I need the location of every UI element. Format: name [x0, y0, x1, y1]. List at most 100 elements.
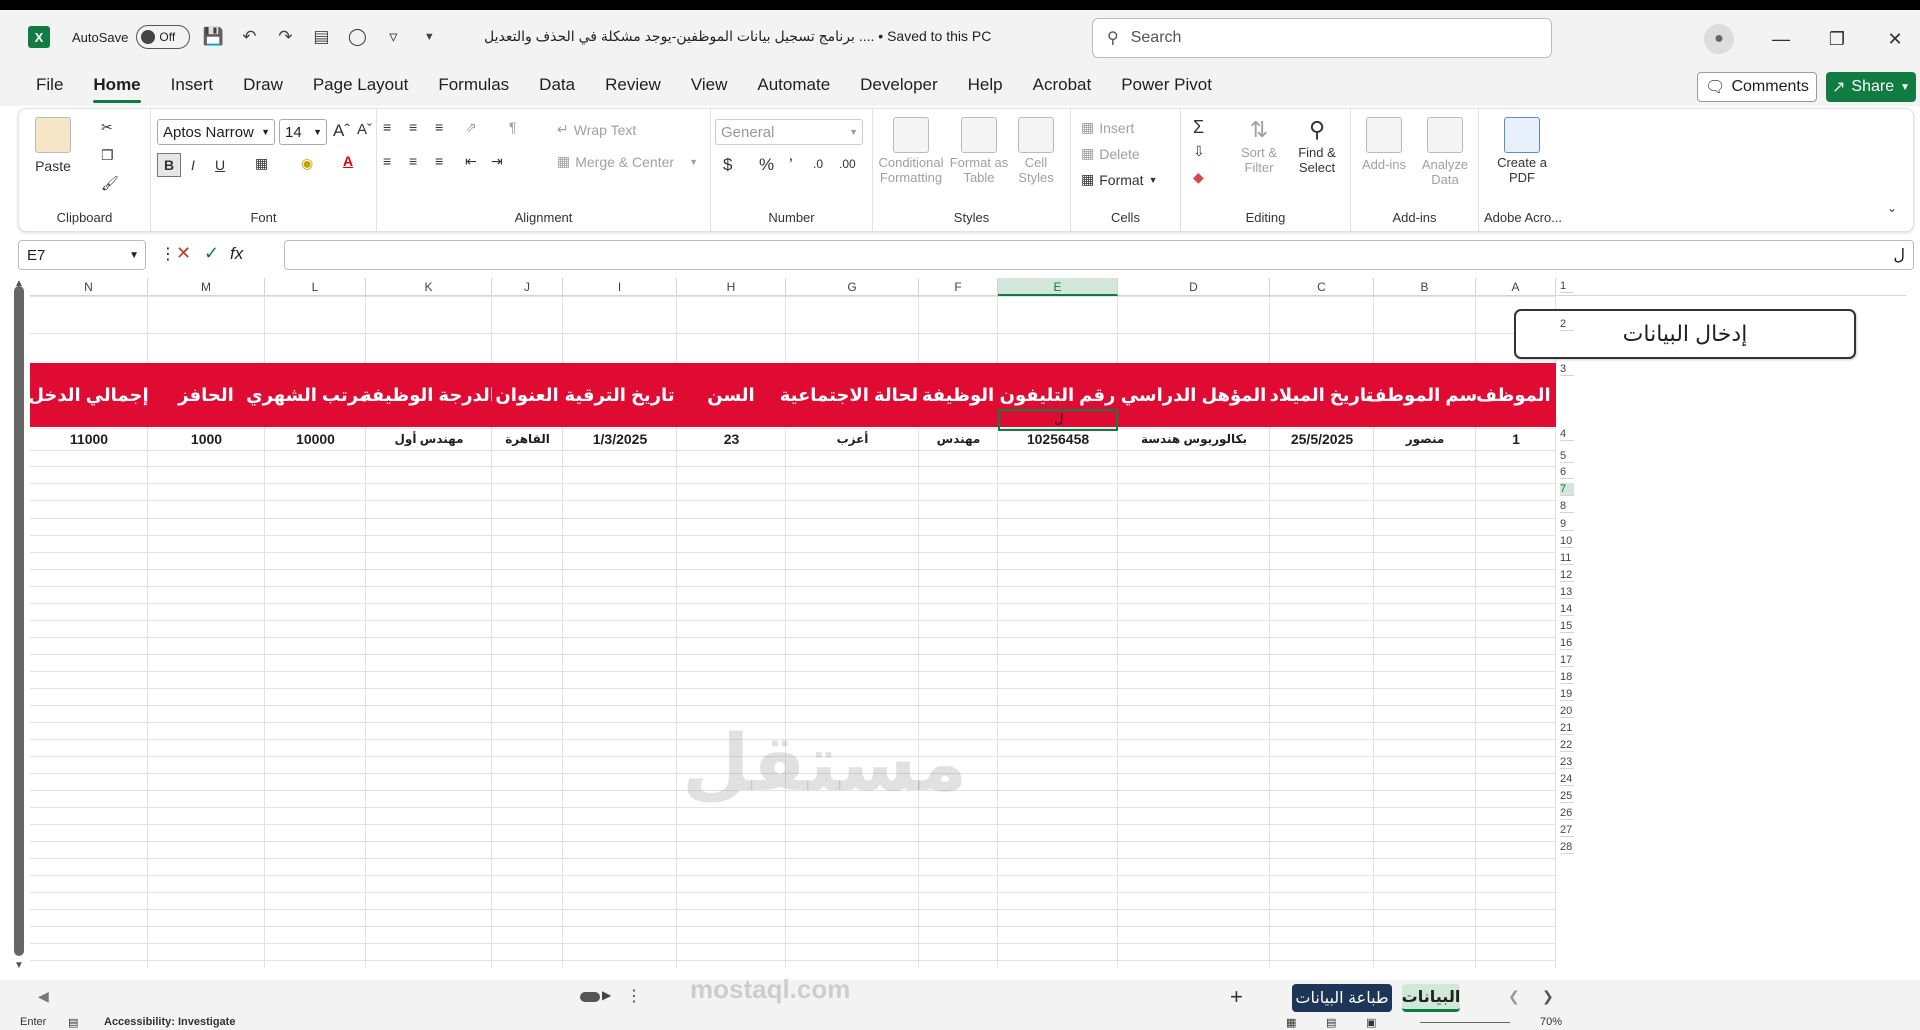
row-header[interactable]: 15	[1560, 620, 1574, 633]
tab-insert[interactable]: Insert	[171, 75, 214, 95]
row-header[interactable]: 13	[1560, 586, 1574, 599]
row-header[interactable]: 7	[1560, 483, 1574, 496]
column-header-c[interactable]: C	[1270, 278, 1374, 296]
tab-home[interactable]: Home	[93, 75, 141, 103]
tab-options-icon[interactable]: ⋮	[626, 986, 642, 1006]
cell-c4[interactable]: 25/5/2025	[1270, 428, 1374, 450]
row-header[interactable]: 10	[1560, 535, 1574, 548]
comments-button[interactable]: 🗨 Comments	[1697, 72, 1817, 102]
page-layout-view-icon[interactable]: ▤	[1326, 1016, 1336, 1029]
column-header-f[interactable]: F	[919, 278, 998, 296]
more-options-icon[interactable]: ⋮	[160, 244, 176, 264]
cell-k4[interactable]: مهندس أول	[366, 428, 492, 450]
sheet-nav-right-icon[interactable]: ❯	[1542, 988, 1554, 1005]
header-employee-code[interactable]: كود الموظف	[1476, 363, 1556, 427]
addins-button[interactable]: Add-ins	[1359, 117, 1409, 172]
scroll-right-icon[interactable]: ▶	[602, 988, 611, 1002]
column-header-b[interactable]: B	[1374, 278, 1476, 296]
header-age[interactable]: السن	[677, 363, 786, 427]
clear-icon[interactable]: ◯	[344, 24, 370, 50]
header-monthly-salary[interactable]: المرتب الشهري	[246, 363, 384, 427]
row-header[interactable]: 27	[1560, 824, 1574, 837]
scroll-down-icon[interactable]: ▼	[14, 960, 24, 971]
row-header[interactable]: 21	[1560, 722, 1574, 735]
row-header[interactable]: 6	[1560, 466, 1574, 479]
row-header[interactable]: 17	[1560, 654, 1574, 667]
sheet-tab-data[interactable]: البيانات	[1402, 984, 1460, 1012]
font-size-select[interactable]: 14 ▼	[279, 119, 327, 145]
column-header-e[interactable]: E	[998, 278, 1118, 296]
header-total-income[interactable]: إجمالي الدخل	[30, 363, 149, 427]
row-header[interactable]: 20	[1560, 705, 1574, 718]
undo-icon[interactable]: ↶	[236, 24, 262, 50]
sort-filter-button[interactable]: ⇅ Sort & Filter	[1233, 117, 1285, 175]
cell-m4[interactable]: 1000	[148, 428, 265, 450]
zoom-level[interactable]: 70%	[1540, 1016, 1562, 1028]
column-header-d[interactable]: D	[1118, 278, 1270, 296]
new-sheet-icon[interactable]: +	[1230, 984, 1243, 1010]
macro-icon[interactable]: ▤	[68, 1016, 78, 1029]
insert-function-icon[interactable]: fx	[230, 244, 243, 264]
copy-icon[interactable]: ❐	[101, 147, 114, 164]
format-as-table-button[interactable]: Format as Table	[949, 117, 1009, 185]
decrease-decimal-icon[interactable]: .00	[839, 157, 856, 171]
create-pdf-button[interactable]: Create a PDF	[1487, 117, 1557, 185]
clear-eraser-icon[interactable]: ◆	[1193, 169, 1204, 186]
format-painter-icon[interactable]: 🖌	[101, 175, 119, 192]
decrease-font-icon[interactable]: Aˇ	[357, 121, 372, 138]
column-header-j[interactable]: J	[492, 278, 563, 296]
tab-acrobat[interactable]: Acrobat	[1033, 75, 1092, 95]
cell-a4[interactable]: 1	[1476, 428, 1556, 450]
zoom-slider[interactable]	[1420, 1022, 1510, 1023]
align-bottom-icon[interactable]: ≡	[435, 119, 443, 135]
cell-l4[interactable]: 10000	[265, 428, 366, 450]
row-header[interactable]: 11	[1560, 552, 1574, 565]
conditional-formatting-button[interactable]: Conditional Formatting	[877, 117, 945, 185]
decrease-indent-icon[interactable]: ⇤	[465, 153, 477, 170]
column-header-a[interactable]: A	[1476, 278, 1556, 296]
percent-icon[interactable]: %	[759, 155, 774, 175]
tab-draw[interactable]: Draw	[243, 75, 283, 95]
fill-icon[interactable]: ⇩	[1193, 143, 1205, 160]
worksheet-grid[interactable]: N M L K J I H G F E D C B A إدخال البيان…	[30, 278, 1906, 968]
align-left-icon[interactable]: ≡	[383, 153, 391, 169]
redo-icon[interactable]: ↷	[272, 24, 298, 50]
row-header[interactable]: 4	[1560, 428, 1574, 441]
tab-automate[interactable]: Automate	[757, 75, 830, 95]
restore-icon[interactable]: ❐	[1822, 24, 1852, 54]
row-header[interactable]: 24	[1560, 773, 1574, 786]
row-header[interactable]: 5	[1560, 450, 1574, 463]
autosave-toggle[interactable]: Off	[136, 25, 191, 49]
underline-button[interactable]: U	[215, 157, 225, 173]
search-box[interactable]: ⚲ Search	[1092, 18, 1552, 58]
row-header[interactable]: 26	[1560, 807, 1574, 820]
number-format-select[interactable]: General ▼	[715, 119, 863, 145]
merge-center-button[interactable]: ▦ Merge & Center ▼	[557, 153, 698, 170]
column-header-i[interactable]: I	[563, 278, 677, 296]
wrap-text-button[interactable]: ↵ Wrap Text	[557, 121, 636, 138]
align-right-icon[interactable]: ≡	[435, 153, 443, 169]
cell-n4[interactable]: 11000	[30, 428, 148, 450]
currency-icon[interactable]: $	[723, 155, 732, 175]
prev-sheet-icon[interactable]: ◀	[38, 988, 49, 1005]
column-header-m[interactable]: M	[148, 278, 265, 296]
page-break-view-icon[interactable]: ▣	[1366, 1016, 1376, 1029]
horizontal-scroll-thumb[interactable]	[580, 992, 600, 1002]
row-header[interactable]: 25	[1560, 790, 1574, 803]
row-header[interactable]: 9	[1560, 518, 1574, 531]
cell-h4[interactable]: 23	[677, 428, 786, 450]
increase-decimal-icon[interactable]: .0	[813, 157, 823, 171]
save-icon[interactable]: 💾	[200, 24, 226, 50]
tab-data[interactable]: Data	[539, 75, 575, 95]
sheet-nav-left-icon[interactable]: ❮	[1508, 988, 1520, 1005]
increase-indent-icon[interactable]: ⇥	[491, 153, 503, 170]
header-marital-status[interactable]: الحالة الاجتماعية	[780, 363, 924, 427]
column-header-h[interactable]: H	[677, 278, 786, 296]
row-header[interactable]: 12	[1560, 569, 1574, 582]
autosum-icon[interactable]: Σ	[1193, 117, 1204, 138]
font-name-select[interactable]: Aptos Narrow ▼	[157, 119, 275, 145]
row-header[interactable]: 16	[1560, 637, 1574, 650]
customize-quick-access-icon[interactable]: ▼	[416, 24, 442, 50]
tab-file[interactable]: File	[36, 75, 63, 95]
normal-view-icon[interactable]: ▦	[1286, 1016, 1296, 1029]
